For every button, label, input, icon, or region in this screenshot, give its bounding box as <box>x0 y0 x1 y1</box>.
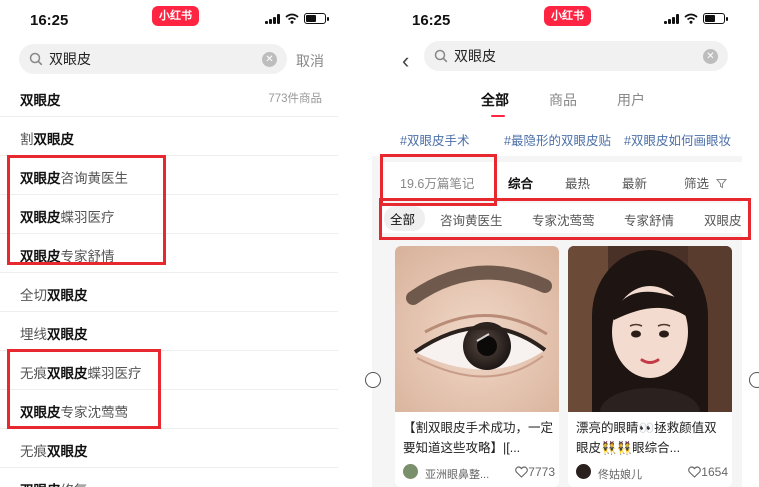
tag-chip[interactable]: #双眼皮手术 <box>400 130 469 149</box>
note-author: 佟姑娘儿 1654 <box>576 464 728 482</box>
author-name: 佟姑娘儿 <box>598 469 642 481</box>
status-time: 16:25 <box>30 12 69 29</box>
suggestion-text: 全切双眼皮 <box>20 284 88 304</box>
tab-users[interactable]: 用户 <box>617 90 645 110</box>
back-arrow-icon[interactable]: ‹ <box>402 48 409 74</box>
signal-icon <box>664 13 679 24</box>
note-title: 漂亮的眼睛👀拯救颜值双眼皮👯👯眼综合... <box>576 421 717 455</box>
heart-icon <box>515 466 529 478</box>
filter-button[interactable]: 筛选 <box>684 173 727 192</box>
search-icon <box>29 52 43 66</box>
brand-badge: 小红书 <box>152 6 199 26</box>
suggestion-prefix: 埋线 <box>20 327 47 342</box>
status-time: 16:25 <box>412 12 451 29</box>
suggestion-prefix: 无痕 <box>20 444 47 459</box>
suggestion-item[interactable]: 双眼皮 773件商品 <box>0 78 338 117</box>
sort-newest[interactable]: 最新 <box>622 173 647 192</box>
highlight-box <box>7 349 161 429</box>
suggestion-keyword: 双眼皮 <box>20 93 61 108</box>
like-count: 1654 <box>701 465 728 479</box>
suggestion-text: 双眼皮 <box>20 89 61 109</box>
suggestion-prefix: 全切 <box>20 288 47 303</box>
suggestion-keyword: 双眼皮 <box>47 327 88 342</box>
resize-handle[interactable] <box>365 372 381 388</box>
highlight-box <box>7 155 166 265</box>
like-button[interactable]: 7773 <box>515 465 555 479</box>
search-query: 双眼皮 <box>454 48 496 64</box>
suggestion-item[interactable]: 全切双眼皮 <box>0 273 338 312</box>
suggestion-text: 无痕双眼皮 <box>20 440 88 460</box>
tag-chip[interactable]: #最隐形的双眼皮贴 <box>504 130 611 149</box>
suggestion-item[interactable]: 埋线双眼皮 <box>0 312 338 351</box>
topic-tags: #双眼皮手术 #最隐形的双眼皮贴 #双眼皮如何画眼妆 <box>372 118 742 156</box>
tab-products[interactable]: 商品 <box>549 90 577 110</box>
author-name: 亚洲眼鼻整... <box>425 469 490 481</box>
tab-all[interactable]: 全部 <box>481 90 509 110</box>
filter-label: 筛选 <box>684 177 710 191</box>
search-icon <box>434 49 448 63</box>
tag-chip[interactable]: #双眼皮如何画眼妆 <box>624 130 731 149</box>
divider <box>338 0 372 487</box>
cancel-button[interactable]: 取消 <box>296 51 324 71</box>
product-count: 773件商品 <box>268 93 322 105</box>
wifi-icon <box>285 13 299 24</box>
clear-icon[interactable]: ✕ <box>703 48 718 64</box>
search-query: 双眼皮 <box>49 51 91 67</box>
like-button[interactable]: 1654 <box>688 465 728 479</box>
note-title: 【割双眼皮手术成功，一定要知道这些攻略】|[... <box>403 421 554 455</box>
funnel-icon <box>715 179 727 189</box>
search-results-screen: 16:25 小红书 ‹ 双眼皮 ✕ 全部 商品 用户 #双眼皮手术 #最隐形的双… <box>372 0 742 487</box>
highlight-box <box>379 198 751 240</box>
note-author: 亚洲眼鼻整... 7773 <box>403 464 555 482</box>
resize-handle[interactable] <box>749 372 759 388</box>
search-input[interactable]: 双眼皮 ✕ <box>424 41 728 71</box>
wifi-icon <box>684 13 698 24</box>
signal-icon <box>265 13 280 24</box>
battery-icon <box>304 13 329 24</box>
sort-comprehensive[interactable]: 综合 <box>508 173 533 192</box>
suggestion-suffix: 修复 <box>61 483 88 487</box>
suggestion-keyword: 双眼皮 <box>20 483 61 487</box>
note-cover-image <box>395 246 559 412</box>
note-cover-image <box>568 246 732 412</box>
active-tab-indicator <box>491 115 505 117</box>
suggestion-item[interactable]: 双眼皮修复 <box>0 468 338 487</box>
brand-badge: 小红书 <box>544 6 591 26</box>
battery-icon <box>703 13 728 24</box>
note-card[interactable]: 漂亮的眼睛👀拯救颜值双眼皮👯👯眼综合... 佟姑娘儿 1654 <box>568 246 732 487</box>
suggestion-prefix: 割 <box>20 132 34 147</box>
search-input[interactable]: 双眼皮 ✕ <box>19 44 287 74</box>
suggestion-item[interactable]: 无痕双眼皮 <box>0 429 338 468</box>
sort-hottest[interactable]: 最热 <box>565 173 590 192</box>
suggestion-keyword: 双眼皮 <box>47 444 88 459</box>
clear-icon[interactable]: ✕ <box>262 51 277 67</box>
suggestion-keyword: 双眼皮 <box>47 288 88 303</box>
avatar <box>576 464 591 479</box>
status-bar: 16:25 小红书 <box>0 0 338 36</box>
suggestion-text: 双眼皮修复 <box>20 479 88 487</box>
avatar <box>403 464 418 479</box>
suggestion-keyword: 双眼皮 <box>33 132 75 147</box>
suggestion-text: 埋线双眼皮 <box>20 323 88 343</box>
note-card[interactable]: 【割双眼皮手术成功，一定要知道这些攻略】|[... 亚洲眼鼻整... 7773 <box>395 246 559 487</box>
suggestion-item[interactable]: 割双眼皮 <box>0 117 338 156</box>
heart-icon <box>688 466 702 478</box>
like-count: 7773 <box>528 465 555 479</box>
suggestion-text: 割双眼皮 <box>20 128 74 148</box>
